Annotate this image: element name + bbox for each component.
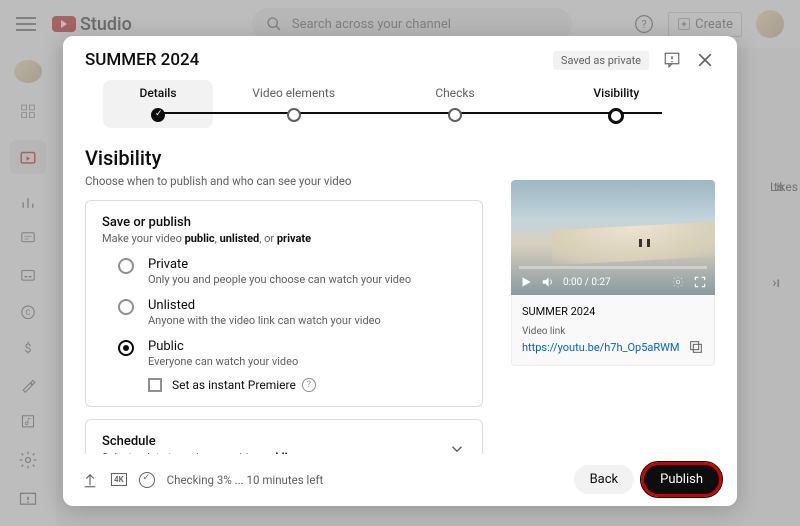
dialog-title: SUMMER 2024 bbox=[85, 50, 199, 70]
step-details[interactable]: Details bbox=[103, 80, 213, 128]
radio-icon bbox=[118, 258, 134, 274]
step-dot-done-icon bbox=[151, 108, 165, 122]
step-visibility[interactable]: Visibility bbox=[536, 86, 697, 124]
upload-icon bbox=[81, 471, 99, 489]
video-controls: 0:00 / 0:27 bbox=[511, 269, 715, 295]
schedule-card[interactable]: Schedule Select a date to make your vide… bbox=[85, 419, 483, 454]
video-time: 0:00 / 0:27 bbox=[563, 277, 611, 288]
feedback-icon[interactable] bbox=[663, 51, 681, 69]
radio-unlisted[interactable]: Unlisted Anyone with the video link can … bbox=[118, 298, 466, 327]
step-checks[interactable]: Checks bbox=[374, 86, 535, 122]
close-icon[interactable] bbox=[695, 50, 715, 70]
settings-gear-icon[interactable] bbox=[671, 275, 685, 289]
play-icon[interactable] bbox=[519, 275, 533, 289]
premiere-checkbox-row[interactable]: Set as instant Premiere ? bbox=[148, 378, 466, 392]
radio-selected-icon bbox=[118, 340, 134, 356]
resolution-badge: 4K bbox=[111, 473, 127, 486]
help-icon[interactable]: ? bbox=[302, 378, 316, 392]
video-name: SUMMER 2024 bbox=[522, 305, 704, 318]
copy-icon[interactable] bbox=[688, 339, 704, 355]
video-info: SUMMER 2024 Video link https://youtu.be/… bbox=[511, 295, 715, 366]
section-subtitle: Choose when to publish and who can see y… bbox=[85, 174, 483, 188]
section-title: Visibility bbox=[85, 146, 483, 170]
dialog-header: SUMMER 2024 Saved as private bbox=[63, 36, 737, 80]
chevron-down-icon bbox=[448, 440, 466, 454]
dialog-footer: 4K Checking 3% ... 10 minutes left Back … bbox=[63, 454, 737, 506]
fullscreen-icon[interactable] bbox=[693, 275, 707, 289]
radio-icon bbox=[118, 299, 134, 315]
card-subtitle: Make your video public, unlisted, or pri… bbox=[102, 232, 466, 245]
radio-public[interactable]: Public Everyone can watch your video bbox=[118, 339, 466, 368]
upload-status-text: Checking 3% ... 10 minutes left bbox=[167, 473, 324, 487]
card-title: Save or publish bbox=[102, 215, 466, 230]
step-dot-icon bbox=[287, 108, 301, 122]
publish-button[interactable]: Publish bbox=[644, 465, 719, 494]
visibility-panel: Visibility Choose when to publish and wh… bbox=[85, 142, 491, 454]
schedule-title: Schedule bbox=[102, 434, 296, 449]
checkbox-icon bbox=[148, 378, 162, 392]
step-dot-icon bbox=[448, 108, 462, 122]
volume-icon[interactable] bbox=[541, 275, 555, 289]
save-status-badge: Saved as private bbox=[553, 51, 649, 70]
checks-status-icon bbox=[139, 472, 155, 488]
save-or-publish-card: Save or publish Make your video public, … bbox=[85, 200, 483, 407]
video-link-label: Video link bbox=[522, 326, 704, 337]
stepper: Details Video elements Checks Visibility bbox=[63, 80, 737, 142]
step-video-elements[interactable]: Video elements bbox=[213, 86, 374, 122]
upload-dialog: SUMMER 2024 Saved as private Details Vid… bbox=[63, 36, 737, 506]
radio-private[interactable]: Private Only you and people you choose c… bbox=[118, 257, 466, 286]
video-link[interactable]: https://youtu.be/h7h_Op5aRWM bbox=[522, 341, 680, 354]
video-preview-panel: 0:00 / 0:27 SUMMER 2024 Video link https… bbox=[511, 142, 715, 454]
schedule-subtitle: Select a date to make your video public. bbox=[102, 451, 296, 454]
step-dot-open-icon bbox=[608, 108, 624, 124]
back-button[interactable]: Back bbox=[574, 465, 635, 494]
video-thumbnail[interactable]: 0:00 / 0:27 bbox=[511, 180, 715, 295]
